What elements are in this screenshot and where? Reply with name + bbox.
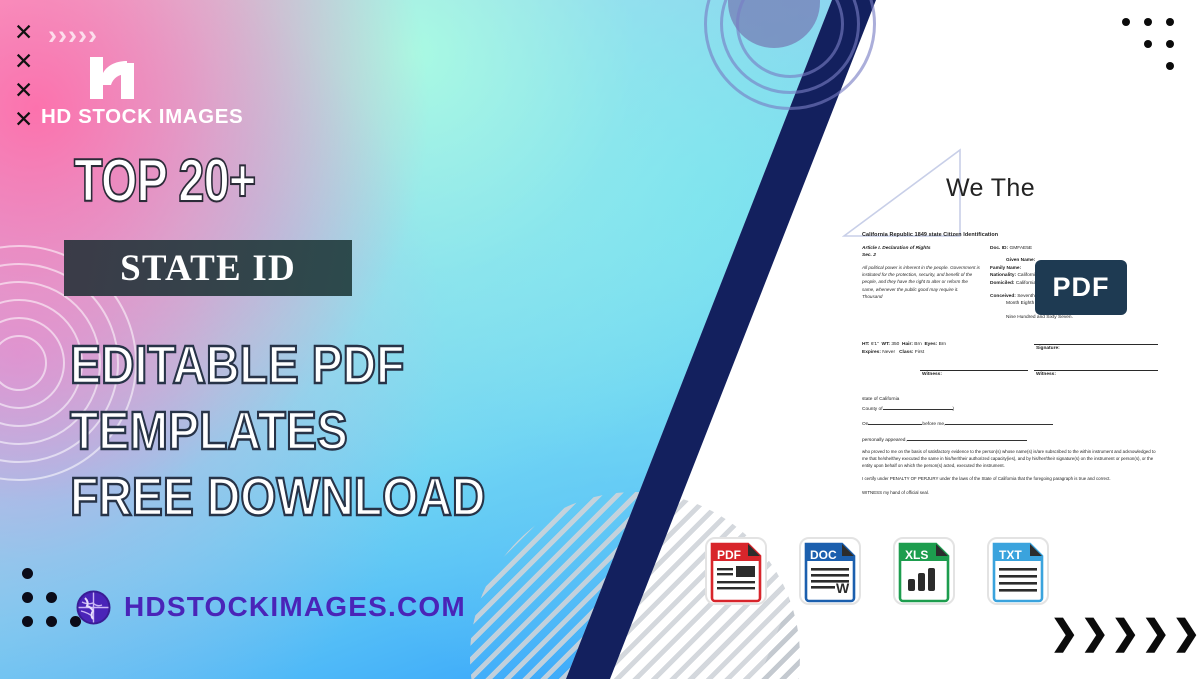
witness-label-1: Witness:	[922, 372, 942, 378]
site-url[interactable]: HDSTOCKIMAGES.COM	[124, 591, 466, 623]
brand-name: HD STOCK IMAGES	[41, 105, 244, 128]
article-heading-2: Sec. 2	[862, 253, 876, 258]
document-title: California Republic 1849 state Citizen I…	[862, 232, 999, 238]
dots-triangle-top-right-decor	[1122, 18, 1184, 80]
article-heading-1: Article I. Declaration of Rights	[862, 246, 931, 251]
witness-label-2: Witness:	[1036, 372, 1056, 378]
watermark-text: We The	[946, 174, 1036, 202]
field-label: Doc. ID:	[990, 246, 1009, 251]
notary-state: state of California	[862, 397, 900, 403]
notary-before-me: before me,	[922, 422, 946, 428]
x-mark-icon: ✕	[14, 48, 34, 74]
chevron-right-icon: ›	[48, 20, 57, 50]
field-label: Domiciled:	[990, 280, 1015, 286]
chevron-right-icon: ❯	[1050, 614, 1079, 652]
notary-county: County of	[862, 406, 883, 412]
field-label: Given Name:	[1006, 258, 1036, 264]
x-mark-icon: ✕	[14, 106, 34, 132]
headline-line-2: FREE DOWNLOAD	[69, 466, 486, 528]
field-label: Conceived:	[990, 294, 1016, 300]
chevron-right-icon: ›	[88, 20, 97, 50]
svg-text:DOC: DOC	[810, 548, 837, 562]
svg-text:PDF: PDF	[717, 548, 741, 562]
field-label: Family Name:	[990, 265, 1022, 271]
poster-canvas: ✕ ✕ ✕ ✕ › › › › › HD STOCK IMAGES TOP 20…	[0, 0, 1200, 679]
notary-witness-seal: WITNESS my hand of official seal.	[862, 489, 930, 495]
field-value: Seventh	[1017, 294, 1035, 300]
chevrons-top-decor: › › › › ›	[48, 22, 97, 49]
chevron-right-icon: ❯	[1141, 614, 1171, 652]
eyebrow-top20: TOP 20+	[73, 146, 257, 215]
chevron-right-icon: ❯	[1172, 614, 1200, 652]
svg-text:XLS: XLS	[905, 548, 928, 562]
chevron-right-icon: ›	[58, 20, 67, 50]
signature-label: Signature:	[1036, 346, 1060, 352]
globe-icon	[76, 590, 111, 625]
chevron-right-icon: ›	[68, 20, 77, 50]
x-mark-icon: ✕	[14, 77, 34, 103]
x-marks-decor: ✕ ✕ ✕ ✕	[14, 18, 44, 134]
pdf-badge-label: PDF	[1052, 272, 1110, 302]
category-badge-label: STATE ID	[120, 247, 296, 289]
chevron-right-icon: ❯	[1111, 614, 1140, 652]
svg-text:W: W	[836, 580, 850, 596]
document-body: All political power is inherent in the p…	[862, 265, 980, 299]
field-value: GMFAE5E	[1009, 246, 1033, 251]
chevrons-bottom-right-decor: ❯ ❯ ❯ ❯ ❯	[1050, 616, 1200, 650]
pdf-badge: PDF	[1035, 260, 1127, 315]
notary-certify: I certify under PENALTY OF PERJURY under…	[862, 476, 1111, 482]
xls-file-icon[interactable]: XLS XLS	[891, 535, 957, 607]
dots-triangle-decor	[22, 568, 82, 638]
svg-text:TXT: TXT	[999, 548, 1022, 562]
field-label: Nationality:	[990, 273, 1017, 279]
txt-file-icon[interactable]: TXT TXT	[985, 535, 1051, 607]
x-mark-icon: ✕	[14, 19, 34, 45]
notary-block: state of California County of) On before …	[862, 396, 1162, 496]
page-title: EDITABLE PDF TEMPLATES FREE DOWNLOAD	[69, 332, 672, 530]
chevron-right-icon: ❯	[1080, 614, 1110, 652]
doc-file-icon[interactable]: DOC W DOC	[797, 535, 863, 607]
chevron-right-icon: ›	[78, 20, 87, 50]
pdf-file-icon[interactable]: PDF PDF	[703, 535, 769, 607]
notary-appeared: personally appeared,	[862, 437, 907, 443]
headline-line-1: EDITABLE PDF TEMPLATES	[69, 334, 406, 462]
file-type-icons: PDF PDF DOC W DOC	[703, 535, 1051, 607]
category-badge: STATE ID	[64, 240, 352, 296]
notary-paragraph: who proved to me on the basis of satisfa…	[862, 449, 1156, 468]
triangle-outline-decor	[841, 148, 962, 243]
h-logo-icon	[88, 55, 142, 101]
